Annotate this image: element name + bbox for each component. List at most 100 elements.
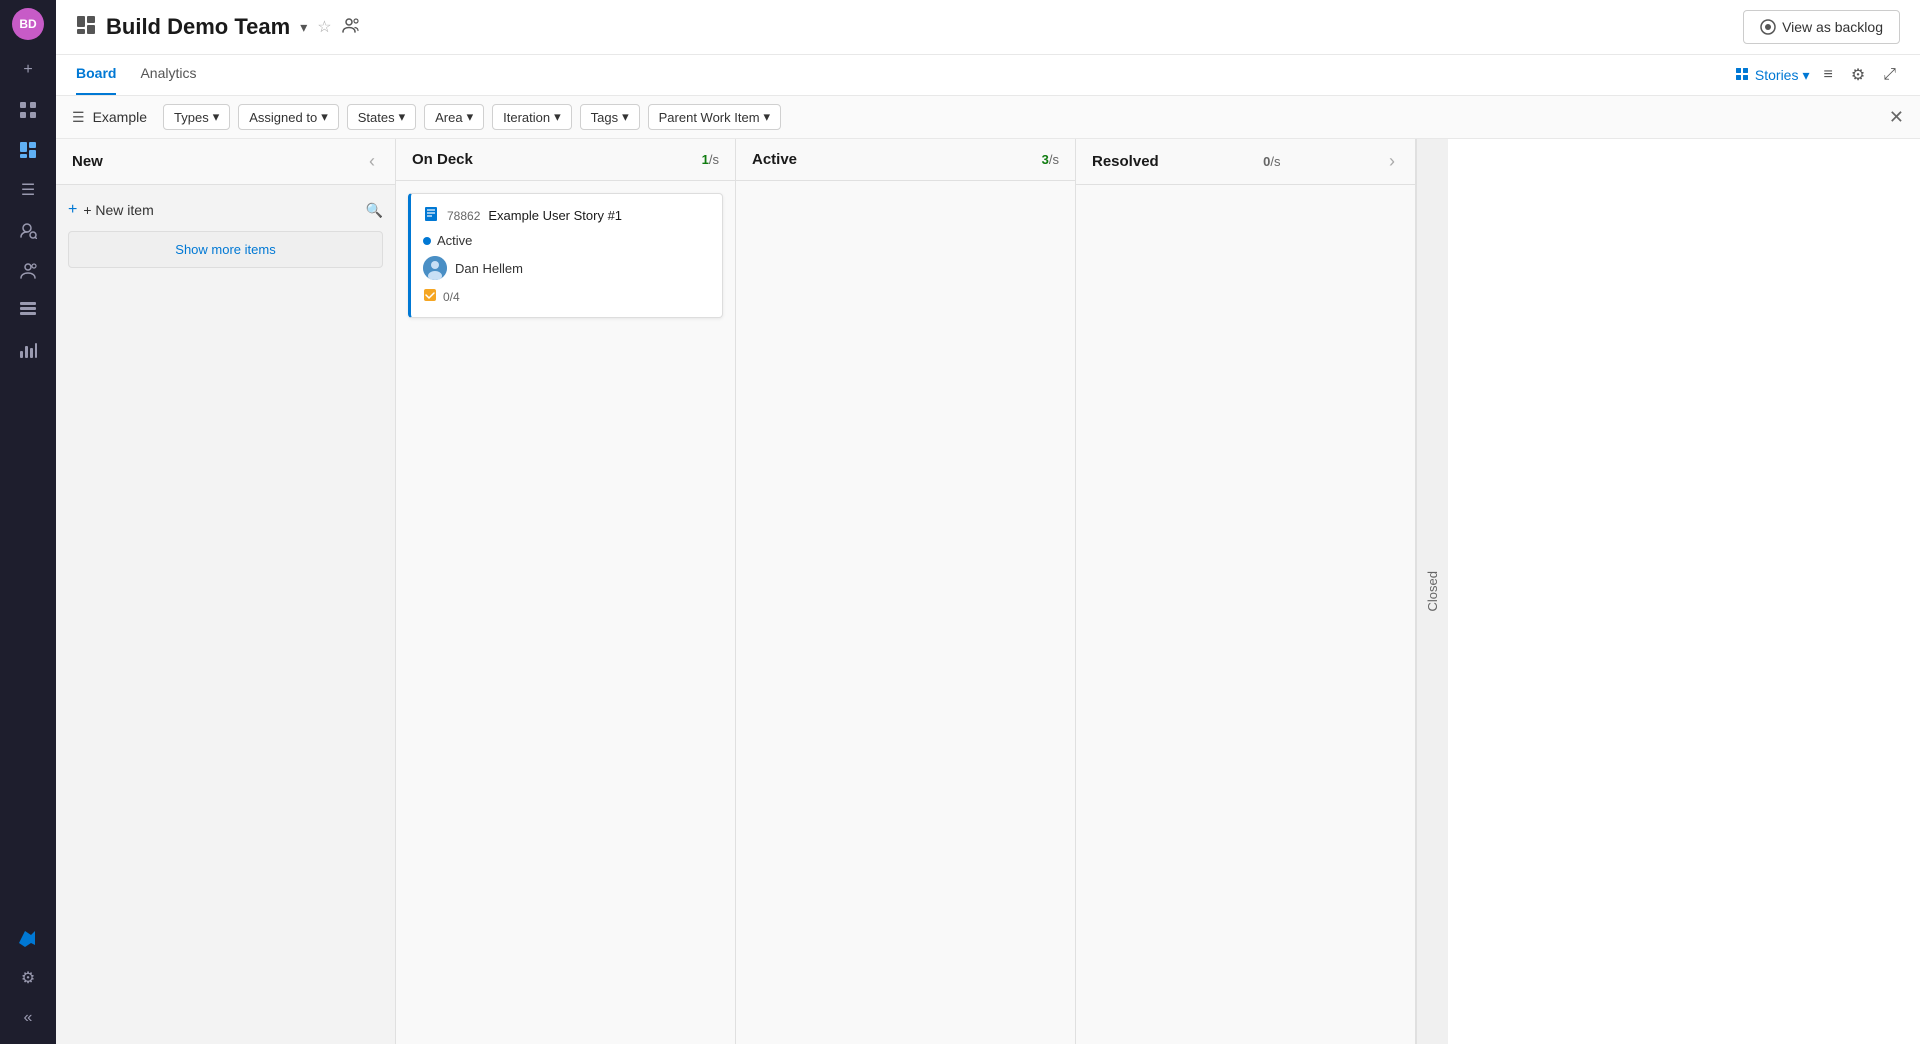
search-button[interactable]: 🔍 [366, 202, 383, 219]
plus-icon: + [68, 201, 77, 219]
page-title: Build Demo Team [106, 14, 290, 40]
area-filter[interactable]: Area ▾ [424, 104, 484, 130]
stories-label: Stories [1755, 67, 1799, 83]
assignee-name: Dan Hellem [455, 261, 523, 276]
area-filter-label: Area [435, 110, 462, 125]
states-filter-label: States [358, 110, 395, 125]
board-header-icon [76, 15, 96, 40]
add-icon[interactable]: + [10, 52, 46, 88]
menu-icon[interactable]: ☰ [10, 172, 46, 208]
show-more-label: Show more items [175, 242, 275, 257]
column-resolved-count: 0/s [1263, 154, 1280, 169]
column-new: New ‹ + + New item 🔍 Show more items [56, 139, 396, 1044]
types-filter[interactable]: Types ▾ [163, 104, 230, 130]
column-on-deck-title: On Deck [412, 151, 473, 168]
parent-work-item-filter[interactable]: Parent Work Item ▾ [648, 104, 781, 130]
column-resolved-header: Resolved 0/s › [1076, 139, 1415, 185]
states-filter[interactable]: States ▾ [347, 104, 416, 130]
iteration-filter[interactable]: Iteration ▾ [492, 104, 572, 130]
column-on-deck-count: 1/s [702, 152, 719, 167]
stories-dropdown-button[interactable]: Stories ▾ [1735, 67, 1810, 84]
card-title: Example User Story #1 [488, 208, 622, 223]
work-item-type-icon [423, 206, 439, 225]
column-new-header: New ‹ [56, 139, 395, 185]
parent-work-item-chevron-icon: ▾ [764, 109, 771, 125]
view-as-backlog-button[interactable]: View as backlog [1743, 10, 1900, 44]
expand-button[interactable]: ⤢ [1879, 62, 1900, 88]
assigned-to-chevron-icon: ▾ [321, 109, 328, 125]
column-resolved-body [1076, 185, 1415, 1044]
card-status: Active [423, 233, 710, 248]
team-members-icon[interactable] [342, 16, 360, 39]
column-active-title: Active [752, 151, 797, 168]
assigned-to-filter-label: Assigned to [249, 110, 317, 125]
favorite-icon[interactable]: ☆ [317, 17, 331, 37]
column-on-deck-body: 78862 Example User Story #1 Active Dan H… [396, 181, 735, 1044]
new-item-button[interactable]: + + New item [68, 197, 154, 223]
task-checkbox-icon [423, 288, 437, 305]
card-id: 78862 [447, 209, 480, 223]
card-assignee: Dan Hellem [423, 256, 710, 280]
assigned-to-filter[interactable]: Assigned to ▾ [238, 104, 338, 130]
column-on-deck: On Deck 1/s 78862 Example User Story #1 [396, 139, 736, 1044]
parent-work-item-filter-label: Parent Work Item [659, 110, 760, 125]
home-icon[interactable] [10, 92, 46, 128]
column-active-count: 3/s [1042, 152, 1059, 167]
tags-filter[interactable]: Tags ▾ [580, 104, 640, 130]
person-search-icon[interactable] [10, 212, 46, 248]
title-dropdown-chevron[interactable]: ▾ [300, 19, 307, 36]
show-more-items-button[interactable]: Show more items [68, 231, 383, 268]
status-dot-icon [423, 237, 431, 245]
chart-icon[interactable] [10, 332, 46, 368]
azure-devops-icon[interactable] [10, 920, 46, 956]
column-on-deck-current: 1 [702, 152, 709, 167]
column-new-body: + + New item 🔍 Show more items [56, 185, 395, 1044]
team-icon[interactable] [10, 252, 46, 288]
tabs-bar: Board Analytics Stories ▾ ≡ ⚙ ⤢ [56, 55, 1920, 96]
column-new-title: New [72, 153, 103, 170]
iteration-filter-label: Iteration [503, 110, 550, 125]
board: New ‹ + + New item 🔍 Show more items [56, 139, 1920, 1044]
column-resolved-current: 0 [1263, 154, 1270, 169]
column-on-deck-header: On Deck 1/s [396, 139, 735, 181]
filter-name-label: Example [93, 109, 147, 125]
column-resolved-title: Resolved [1092, 153, 1159, 170]
sidebar: BD + ☰ ⚙ « [0, 0, 56, 1044]
assignee-avatar [423, 256, 447, 280]
tab-board[interactable]: Board [76, 55, 116, 95]
card-top: 78862 Example User Story #1 [423, 206, 710, 225]
work-item-card[interactable]: 78862 Example User Story #1 Active Dan H… [408, 193, 723, 318]
states-chevron-icon: ▾ [399, 109, 406, 125]
view-backlog-label: View as backlog [1782, 19, 1883, 35]
types-filter-label: Types [174, 110, 209, 125]
filter-close-button[interactable]: ✕ [1889, 107, 1904, 128]
card-tasks: 0/4 [423, 288, 710, 305]
column-active-header: Active 3/s [736, 139, 1075, 181]
column-active-current: 3 [1042, 152, 1049, 167]
column-active-body [736, 181, 1075, 1044]
avatar[interactable]: BD [12, 8, 44, 40]
boards-icon[interactable] [10, 132, 46, 168]
column-resolved-expand-button[interactable]: › [1385, 151, 1399, 172]
iteration-chevron-icon: ▾ [554, 109, 561, 125]
header-right: View as backlog [1743, 10, 1900, 44]
card-status-text: Active [437, 233, 472, 248]
task-count-text: 0/4 [443, 290, 460, 304]
column-active: Active 3/s [736, 139, 1076, 1044]
settings-icon[interactable]: ⚙ [10, 960, 46, 996]
tags-chevron-icon: ▾ [622, 109, 629, 125]
table-icon[interactable] [10, 292, 46, 328]
column-closed[interactable]: Closed [1416, 139, 1448, 1044]
filter-bar: ☰ Example Types ▾ Assigned to ▾ States ▾… [56, 96, 1920, 139]
tab-analytics[interactable]: Analytics [140, 55, 196, 95]
board-settings-button[interactable]: ⚙ [1847, 61, 1869, 89]
page-header: Build Demo Team ▾ ☆ View as backlog [56, 0, 1920, 55]
main-content: Build Demo Team ▾ ☆ View as backlog Boar… [56, 0, 1920, 1044]
new-item-label: + New item [83, 202, 153, 218]
column-new-collapse-button[interactable]: ‹ [365, 151, 379, 172]
types-chevron-icon: ▾ [213, 109, 220, 125]
collapse-sidebar-icon[interactable]: « [10, 1000, 46, 1036]
column-resolved: Resolved 0/s › [1076, 139, 1416, 1044]
tags-filter-label: Tags [591, 110, 618, 125]
filter-lines-button[interactable]: ≡ [1820, 62, 1837, 88]
